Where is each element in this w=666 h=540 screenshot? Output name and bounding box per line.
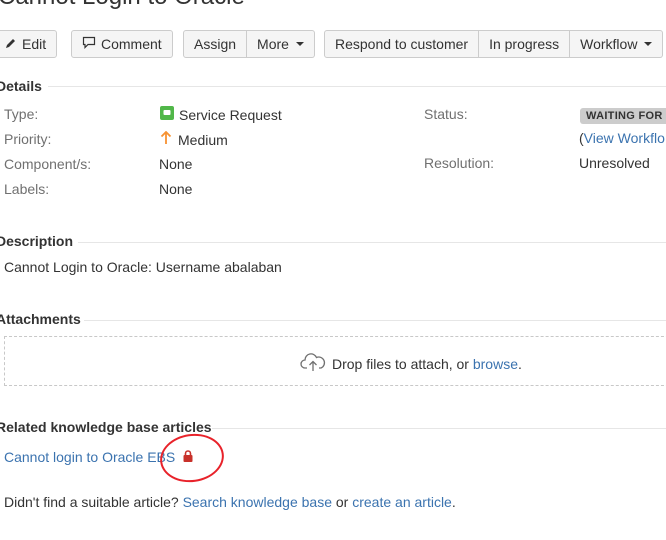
kb-divider bbox=[212, 428, 666, 429]
components-label: Component/s: bbox=[4, 156, 92, 172]
status-badge: WAITING FOR S bbox=[580, 106, 666, 124]
description-text: Cannot Login to Oracle: Username abalaba… bbox=[4, 259, 282, 275]
in-progress-label: In progress bbox=[489, 36, 560, 52]
kb-heading: Related knowledge base articles bbox=[0, 419, 212, 435]
workflow-group: Respond to customer In progress Workflow bbox=[324, 30, 664, 58]
pencil-icon bbox=[5, 31, 17, 57]
assign-more-group: Assign More bbox=[183, 30, 315, 58]
details-heading: Details bbox=[0, 78, 42, 94]
comment-label: Comment bbox=[101, 36, 162, 52]
type-text: Service Request bbox=[179, 106, 282, 123]
attachments-heading: Attachments bbox=[0, 311, 81, 327]
arrow-up-icon bbox=[160, 130, 172, 148]
kb-footer-or: or bbox=[332, 494, 353, 510]
more-label: More bbox=[257, 36, 289, 52]
view-workflow: (View Workflo bbox=[579, 130, 665, 146]
type-value: Service Request bbox=[160, 106, 282, 123]
priority-label: Priority: bbox=[4, 131, 52, 147]
browse-link[interactable]: browse bbox=[473, 356, 518, 372]
details-divider bbox=[48, 86, 666, 87]
in-progress-button[interactable]: In progress bbox=[479, 30, 571, 58]
description-heading: Description bbox=[0, 233, 74, 249]
components-value: None bbox=[159, 156, 193, 172]
dropzone-text: Drop files to attach, or bbox=[332, 355, 473, 372]
browse-suffix: . bbox=[517, 355, 522, 372]
attachments-divider bbox=[84, 320, 666, 321]
type-label: Type: bbox=[4, 106, 39, 122]
labels-label: Labels: bbox=[4, 181, 50, 197]
labels-value: None bbox=[159, 181, 193, 197]
kb-footer-suffix: . bbox=[451, 494, 456, 510]
status-lozenge: WAITING FOR S bbox=[580, 108, 666, 124]
description-divider bbox=[78, 242, 666, 243]
service-request-icon bbox=[160, 106, 174, 123]
create-article-link[interactable]: create an article bbox=[352, 494, 452, 510]
edit-label: Edit bbox=[22, 36, 47, 52]
kb-article-link[interactable]: Cannot login to Oracle EBS bbox=[4, 449, 175, 465]
edit-button[interactable]: Edit bbox=[0, 30, 58, 58]
kb-footer-prefix: Didn't find a suitable article? bbox=[4, 494, 183, 510]
comment-button[interactable]: Comment bbox=[71, 30, 173, 58]
comment-icon bbox=[82, 31, 96, 57]
priority-text: Medium bbox=[178, 131, 228, 148]
workflow-label: Workflow bbox=[580, 36, 638, 52]
workflow-button[interactable]: Workflow bbox=[570, 30, 664, 58]
chevron-down-icon bbox=[295, 42, 304, 46]
cloud-upload-icon bbox=[300, 352, 326, 375]
resolution-label: Resolution: bbox=[424, 155, 495, 171]
red-annotation-circle bbox=[156, 429, 228, 487]
assign-button[interactable]: Assign bbox=[183, 30, 248, 58]
kb-footer: Didn't find a suitable article? Search k… bbox=[4, 494, 456, 510]
more-button[interactable]: More bbox=[247, 30, 315, 58]
assign-label: Assign bbox=[194, 36, 237, 52]
chevron-down-icon bbox=[644, 42, 653, 46]
search-kb-link[interactable]: Search knowledge base bbox=[183, 494, 332, 510]
respond-to-customer-button[interactable]: Respond to customer bbox=[324, 30, 480, 58]
priority-value: Medium bbox=[160, 130, 228, 148]
dropzone-prompt: Drop files to attach, or browse. bbox=[300, 352, 522, 375]
resolution-value: Unresolved bbox=[579, 155, 650, 171]
respond-label: Respond to customer bbox=[335, 36, 469, 52]
issue-title: Cannot Login to Oracle bbox=[0, 0, 245, 11]
view-workflow-link[interactable]: View Workflo bbox=[584, 130, 665, 146]
status-label: Status: bbox=[424, 106, 468, 122]
